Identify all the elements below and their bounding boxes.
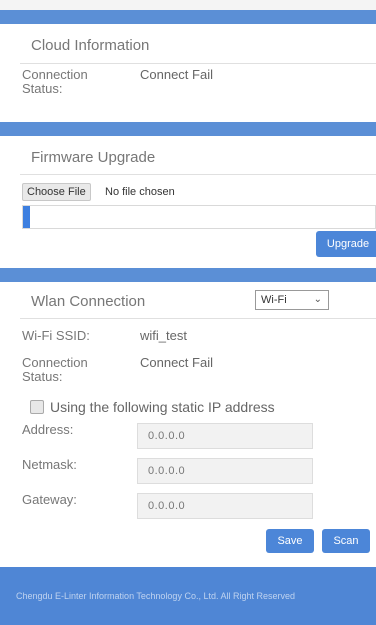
file-status-text: No file chosen <box>105 186 175 198</box>
footer: Chengdu E-Linter Information Technology … <box>0 567 376 625</box>
cloud-title-divider <box>20 63 376 64</box>
wlan-section-title: Wlan Connection <box>31 293 146 310</box>
upgrade-progress-fill <box>23 206 31 228</box>
wlan-title-divider <box>20 318 376 319</box>
section-divider-band <box>0 122 376 136</box>
address-label: Address: <box>22 422 74 437</box>
top-bar <box>0 0 376 10</box>
firmware-section-title: Firmware Upgrade <box>31 149 156 166</box>
cloud-section-title: Cloud Information <box>31 37 150 54</box>
netmask-label: Netmask: <box>22 457 77 472</box>
upgrade-button[interactable]: Upgrade <box>316 231 376 257</box>
top-accent-band <box>0 10 376 24</box>
wlan-mode-select[interactable]: Wi-Fi ⌄ <box>255 290 329 310</box>
netmask-field[interactable]: 0.0.0.0 <box>137 458 313 484</box>
wlan-connection-value: Connect Fail <box>140 355 213 370</box>
choose-file-button[interactable]: Choose File <box>22 183 91 201</box>
footer-copyright: Chengdu E-Linter Information Technology … <box>16 591 295 601</box>
gateway-field[interactable]: 0.0.0.0 <box>137 493 313 519</box>
wifi-ssid-value: wifi_test <box>140 328 187 343</box>
scan-button[interactable]: Scan <box>322 529 370 553</box>
page: Cloud Information Connection Status: Con… <box>0 0 376 625</box>
section-divider-band <box>0 268 376 282</box>
chevron-down-icon: ⌄ <box>313 294 322 305</box>
wlan-mode-selected: Wi-Fi <box>261 294 287 306</box>
wifi-ssid-label: Wi-Fi SSID: <box>22 328 90 343</box>
static-ip-label: Using the following static IP address <box>50 399 275 415</box>
gateway-label: Gateway: <box>22 492 77 507</box>
address-field[interactable]: 0.0.0.0 <box>137 423 313 449</box>
cloud-connection-value: Connect Fail <box>140 67 213 82</box>
cloud-connection-label: Connection Status: <box>22 67 88 96</box>
upgrade-progress-bar <box>22 205 376 229</box>
wlan-connection-label: Connection Status: <box>22 355 88 384</box>
static-ip-checkbox[interactable] <box>30 400 44 414</box>
save-button[interactable]: Save <box>266 529 314 553</box>
firmware-title-divider <box>20 174 376 175</box>
